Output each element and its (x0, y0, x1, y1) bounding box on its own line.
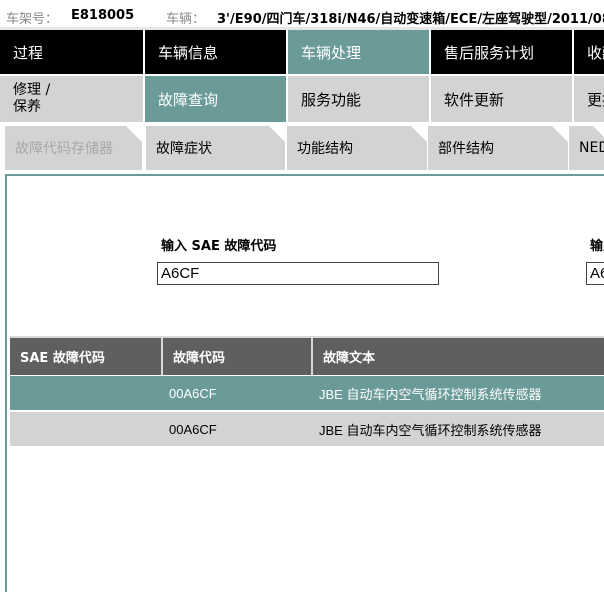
nav-replace-label: 更换 (587, 90, 604, 109)
tab-fault-memory-label: 故障代码存储器 (15, 141, 113, 157)
nav-process[interactable]: 过程 (0, 30, 145, 74)
sae-code-input[interactable]: A6CF (157, 262, 439, 285)
tab-function-structure-label: 功能结构 (297, 141, 353, 157)
second-code-input-value: A6 (590, 265, 604, 282)
tab-ned-label: NED (579, 140, 604, 156)
nav-software-update[interactable]: 软件更新 (431, 74, 574, 122)
table-row[interactable]: 00A6CF JBE 自动车内空气循环控制系统传感器 (10, 376, 604, 410)
nav-repair-label-line2: 保养 (13, 99, 41, 115)
nav-repair-maintenance[interactable]: 修理 / 保养 (0, 74, 145, 122)
vehicle-description: 3'/E90/四门车/318i/N46/自动变速箱/ECE/左座驾驶型/2011… (217, 12, 604, 27)
vehicle-label: 车辆： (166, 12, 206, 27)
column-fault-text[interactable]: 故障文本 (313, 338, 604, 375)
row-fault-text: JBE 自动车内空气循环控制系统传感器 (319, 422, 542, 438)
nav-process-label: 过程 (13, 43, 44, 62)
nav-service-functions[interactable]: 服务功能 (288, 74, 431, 122)
tab-fault-symptoms[interactable]: 故障症状 (146, 126, 285, 170)
nav-service-plan-label: 售后服务计划 (444, 43, 535, 62)
nav-fault-query-label: 故障查询 (158, 90, 219, 109)
fault-tabs: 故障代码存储器 故障症状 功能结构 部件结构 NED (0, 122, 604, 174)
table-row[interactable]: 00A6CF JBE 自动车内空气循环控制系统传感器 (10, 412, 604, 446)
nav-favorites-label: 收藏 (587, 43, 604, 62)
tab-component-structure[interactable]: 部件结构 (428, 126, 568, 170)
main-navigation: 过程 车辆信息 车辆处理 售后服务计划 收藏 (0, 30, 604, 74)
chassis-label: 车架号： (6, 12, 59, 27)
row-fault-code: 00A6CF (169, 385, 217, 401)
nav-fault-query[interactable]: 故障查询 (145, 74, 288, 122)
nav-replace[interactable]: 更换 (574, 74, 604, 122)
chassis-number: E818005 (71, 8, 135, 23)
row-fault-code: 00A6CF (169, 421, 217, 437)
nav-service-functions-label: 服务功能 (301, 90, 362, 109)
column-fault-code[interactable]: 故障代码 (163, 338, 313, 375)
second-code-input[interactable]: A6 (586, 262, 604, 285)
sae-code-label: 输入 SAE 故障代码 (161, 239, 277, 254)
table-header: SAE 故障代码 故障代码 故障文本 (10, 338, 604, 375)
sae-code-input-value: A6CF (161, 265, 200, 282)
nav-repair-label-line1: 修理 / (13, 82, 51, 98)
tab-fault-memory[interactable]: 故障代码存储器 (5, 126, 142, 170)
tab-function-structure[interactable]: 功能结构 (287, 126, 427, 170)
nav-service-plan[interactable]: 售后服务计划 (431, 30, 574, 74)
second-code-label: 输入 (590, 239, 604, 254)
tab-component-structure-label: 部件结构 (438, 141, 494, 157)
nav-software-update-label: 软件更新 (444, 90, 505, 109)
nav-vehicle-info[interactable]: 车辆信息 (145, 30, 288, 74)
nav-vehicle-treatment-label: 车辆处理 (301, 43, 362, 62)
vehicle-info-bar: 车架号： E818005 车辆： 3'/E90/四门车/318i/N46/自动变… (0, 0, 604, 30)
nav-vehicle-info-label: 车辆信息 (158, 43, 219, 62)
tab-ned[interactable]: NED (569, 126, 604, 170)
nav-vehicle-treatment[interactable]: 车辆处理 (288, 30, 431, 74)
nav-favorites[interactable]: 收藏 (574, 30, 604, 74)
column-sae-code[interactable]: SAE 故障代码 (10, 338, 163, 375)
row-fault-text: JBE 自动车内空气循环控制系统传感器 (319, 386, 542, 402)
tab-fault-symptoms-label: 故障症状 (156, 141, 212, 157)
sub-navigation: 修理 / 保养 故障查询 服务功能 软件更新 更换 (0, 74, 604, 122)
